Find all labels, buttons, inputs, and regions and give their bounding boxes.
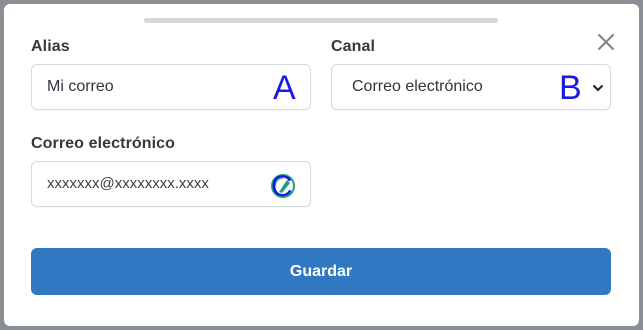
email-value: xxxxxxx@xxxxxxxx.xxxx [47, 175, 209, 192]
chevron-down-icon [593, 85, 603, 91]
close-icon [598, 34, 614, 50]
alias-label: Alias [31, 38, 70, 55]
alias-value: Mi correo [47, 78, 114, 95]
email-input[interactable]: xxxxxxx@xxxxxxxx.xxxx C [31, 161, 311, 207]
channel-select[interactable]: Correo electrónico B [331, 64, 611, 110]
channel-modal: Alias Mi correo A Canal Correo electróni… [4, 4, 639, 326]
close-button[interactable] [594, 30, 618, 54]
annotation-a: A [273, 69, 296, 107]
email-label: Correo electrónico [31, 135, 176, 152]
alias-input[interactable]: Mi correo A [31, 64, 311, 110]
channel-selected-value: Correo electrónico [352, 78, 483, 95]
annotation-c: C [271, 170, 293, 203]
save-button[interactable]: Guardar [31, 248, 611, 295]
drag-handle[interactable] [144, 18, 498, 23]
annotation-b: B [559, 69, 582, 107]
channel-label: Canal [331, 38, 376, 55]
save-button-label: Guardar [289, 262, 353, 280]
